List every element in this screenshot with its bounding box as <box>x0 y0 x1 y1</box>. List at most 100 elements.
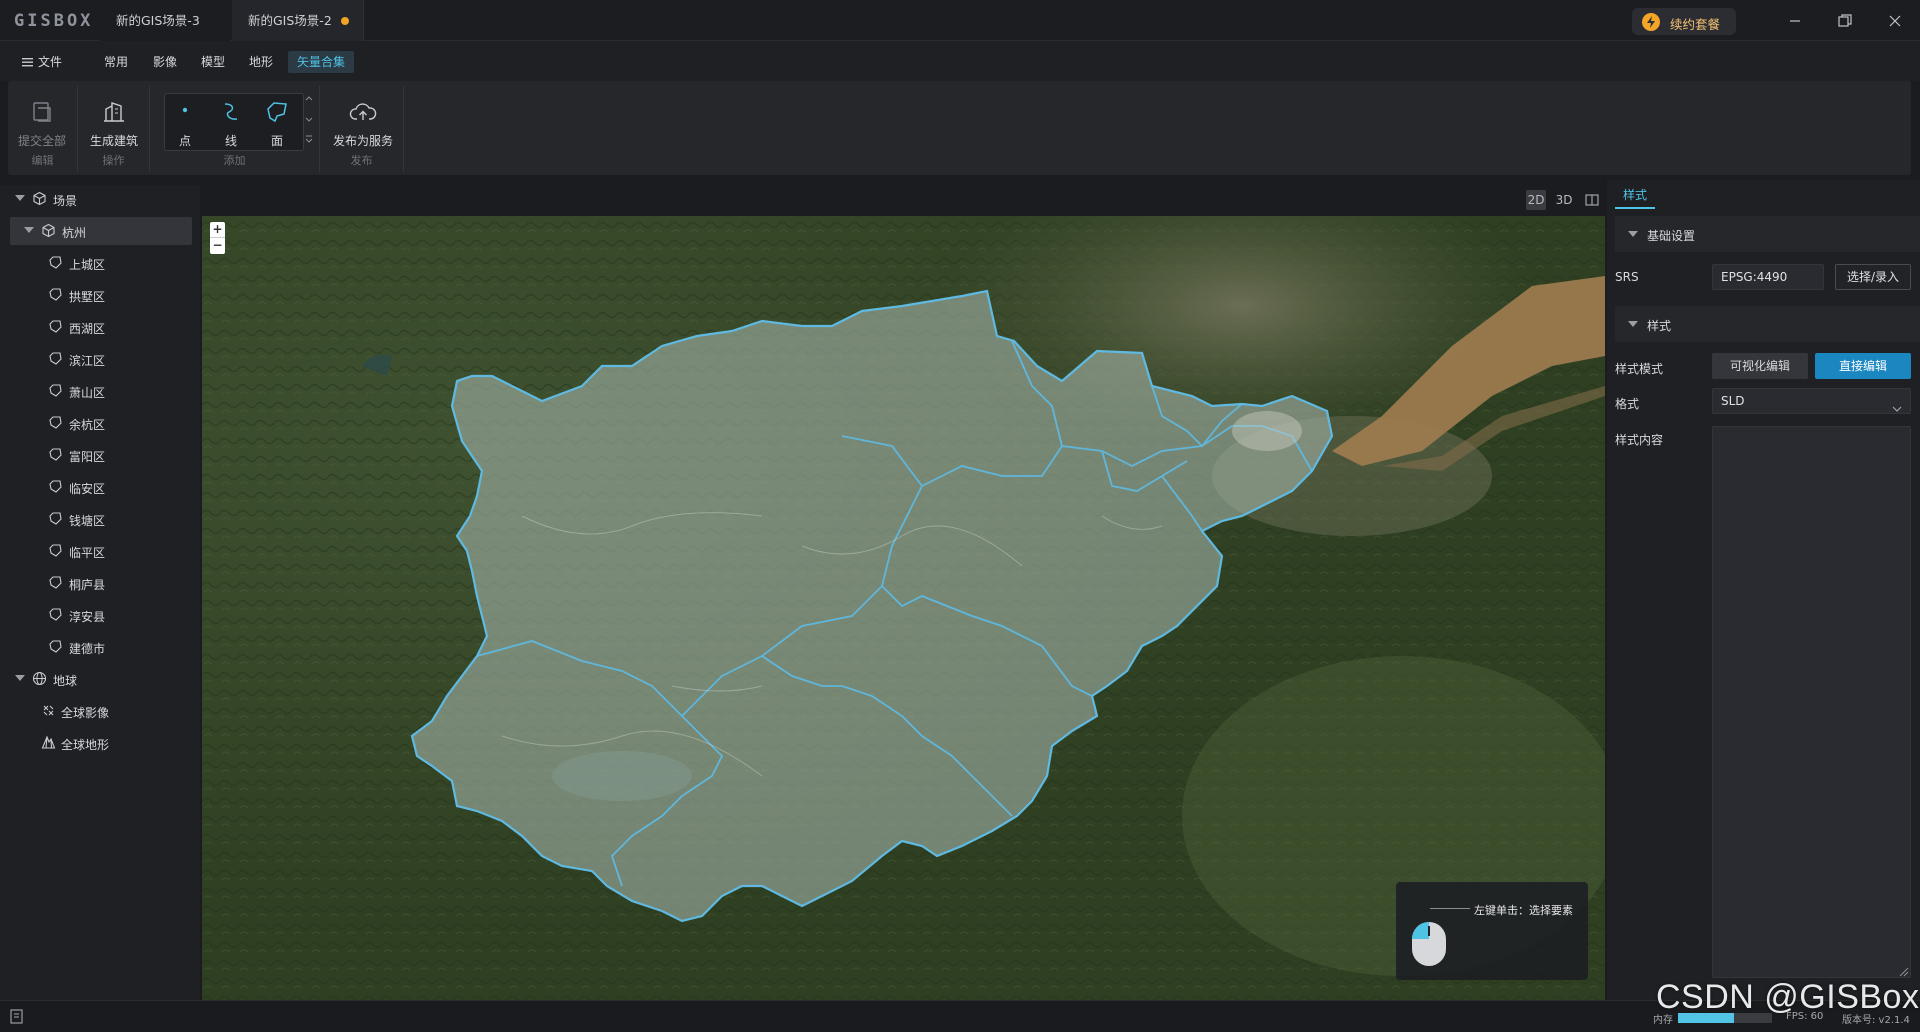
zoom-control: + − <box>210 222 225 254</box>
notes-icon[interactable] <box>10 1009 24 1028</box>
lightning-icon <box>1642 13 1660 31</box>
direct-edit-button[interactable]: 直接编辑 <box>1815 353 1911 379</box>
renew-plan-button[interactable]: 续约套餐 <box>1632 8 1736 35</box>
tree-item-district[interactable]: 西湖区 <box>0 313 192 341</box>
tree-item-earth[interactable]: 地球 <box>0 665 192 693</box>
view-2d-button[interactable]: 2D <box>1526 190 1546 210</box>
tree-item-district[interactable]: 建德市 <box>0 633 192 661</box>
tree-label: 临安区 <box>69 482 106 496</box>
section-style[interactable]: 样式 <box>1615 306 1920 342</box>
hint-line <box>1430 908 1470 909</box>
globe-icon <box>32 671 47 686</box>
section-label: 样式 <box>1647 319 1672 333</box>
minimize-icon[interactable] <box>1784 10 1806 32</box>
srs-field[interactable]: EPSG:4490 <box>1712 264 1824 290</box>
polygon-layer-icon <box>48 479 63 494</box>
tree-label: 场景 <box>53 194 78 208</box>
tree-item-district[interactable]: 富阳区 <box>0 441 192 469</box>
tree-item-district[interactable]: 淳安县 <box>0 601 192 629</box>
generate-building-button[interactable]: 生成建筑 <box>84 86 144 156</box>
polygon-layer-icon <box>48 575 63 590</box>
chevron-down-icon <box>1628 231 1638 237</box>
close-icon[interactable] <box>1884 10 1906 32</box>
tree-item-district[interactable]: 余杭区 <box>0 409 192 437</box>
menu-item-model[interactable]: 模型 <box>201 51 225 73</box>
section-basic-settings[interactable]: 基础设置 <box>1615 216 1920 252</box>
add-point-button[interactable]: 点 <box>162 86 208 156</box>
tab-style[interactable]: 样式 <box>1615 184 1655 209</box>
scene-tree-panel: 场景 杭州 上城区拱墅区西湖区滨江区萧山区余杭区富阳区临安区钱塘区临平区桐庐县淳… <box>0 185 200 1000</box>
tree-item-district[interactable]: 滨江区 <box>0 345 192 373</box>
add-point-label: 点 <box>178 134 191 148</box>
format-label: 格式 <box>1615 397 1640 411</box>
add-line-button[interactable]: 线 <box>208 86 254 156</box>
chevron-down-icon <box>1628 321 1638 327</box>
style-content-textarea[interactable] <box>1712 426 1911 978</box>
tree-item-district[interactable]: 临安区 <box>0 473 192 501</box>
tree-label: 滨江区 <box>69 354 106 368</box>
tree-item-district[interactable]: 上城区 <box>0 249 192 277</box>
tree-label: 桐庐县 <box>69 578 106 592</box>
polygon-layer-icon <box>48 639 63 654</box>
unsaved-dot-icon <box>341 17 349 25</box>
polygon-layer-icon <box>48 319 63 334</box>
menu-item-common[interactable]: 常用 <box>104 51 128 73</box>
polygon-layer-icon <box>48 383 63 398</box>
cloud-upload-icon <box>349 100 377 127</box>
submit-all-button[interactable]: 提交全部 <box>12 86 72 156</box>
add-polygon-label: 面 <box>270 134 283 148</box>
visual-edit-button[interactable]: 可视化编辑 <box>1712 353 1808 379</box>
app-logo: GISBOX <box>14 11 94 31</box>
chevron-down-icon[interactable] <box>24 227 34 233</box>
terrain-icon <box>41 735 56 750</box>
file-menu[interactable]: 文件 <box>22 51 62 73</box>
tree-item-district[interactable]: 临平区 <box>0 537 192 565</box>
gallery-scroll[interactable] <box>304 92 314 150</box>
tree-item-global-terrain[interactable]: 全球地形 <box>0 729 192 757</box>
generate-building-label: 生成建筑 <box>89 134 138 148</box>
submit-all-icon <box>30 100 54 127</box>
polygon-layer-icon <box>48 607 63 622</box>
renew-label: 续约套餐 <box>1670 17 1721 32</box>
tree-label: 余杭区 <box>69 418 106 432</box>
select-srs-button[interactable]: 选择/录入 <box>1835 264 1911 290</box>
ribbon-group-publish: 发布为服务 发布 <box>320 86 404 172</box>
split-view-icon[interactable] <box>1582 190 1602 210</box>
format-value: SLD <box>1721 394 1745 408</box>
line-icon <box>219 100 243 127</box>
chevron-down-icon <box>1892 397 1902 421</box>
tree-item-district[interactable]: 拱墅区 <box>0 281 192 309</box>
tab-scene-3[interactable]: 新的GIS场景-3 <box>100 0 230 41</box>
ribbon-toolbar: 提交全部 编辑 生成建筑 操作 点 线 面 添加 发布为服务 发布 <box>8 81 1911 175</box>
view-3d-button[interactable]: 3D <box>1554 190 1574 210</box>
tree-label: 地球 <box>53 674 78 688</box>
ribbon-group-add: 点 线 面 添加 <box>150 86 320 172</box>
tree-item-district[interactable]: 桐庐县 <box>0 569 192 597</box>
tree-item-district[interactable]: 钱塘区 <box>0 505 192 533</box>
publish-service-button[interactable]: 发布为服务 <box>330 86 396 156</box>
add-polygon-button[interactable]: 面 <box>254 86 300 156</box>
zoom-out-button[interactable]: − <box>210 238 225 254</box>
menu-item-imagery[interactable]: 影像 <box>153 51 177 73</box>
tree-item-district[interactable]: 萧山区 <box>0 377 192 405</box>
tab-scene-2[interactable]: 新的GIS场景-2 <box>232 0 364 41</box>
chevron-down-icon[interactable] <box>15 675 25 681</box>
zoom-in-button[interactable]: + <box>210 222 225 238</box>
format-select[interactable]: SLD <box>1712 388 1911 414</box>
map-view[interactable]: + − 左键单击：选择要素 <box>202 216 1605 1000</box>
polygon-layer-icon <box>48 255 63 270</box>
tree-label: 全球地形 <box>61 738 110 752</box>
tree-item-hangzhou[interactable]: 杭州 <box>10 217 192 245</box>
restore-icon[interactable] <box>1834 10 1856 32</box>
tree-item-scene[interactable]: 场景 <box>0 185 192 213</box>
hamburger-icon <box>22 52 33 74</box>
menu-item-terrain[interactable]: 地形 <box>249 51 273 73</box>
submit-all-label: 提交全部 <box>17 134 66 148</box>
tree-item-global-imagery[interactable]: 全球影像 <box>0 697 192 725</box>
polygon-layer-icon <box>48 447 63 462</box>
menu-item-vector[interactable]: 矢量合集 <box>288 51 355 73</box>
ribbon-group-edit: 提交全部 编辑 <box>8 86 78 172</box>
style-panel: 样式 基础设置 SRS EPSG:4490 选择/录入 样式 样式模式 可视化编… <box>1607 180 1920 1000</box>
chevron-down-icon[interactable] <box>15 195 25 201</box>
section-label: 基础设置 <box>1647 229 1696 243</box>
